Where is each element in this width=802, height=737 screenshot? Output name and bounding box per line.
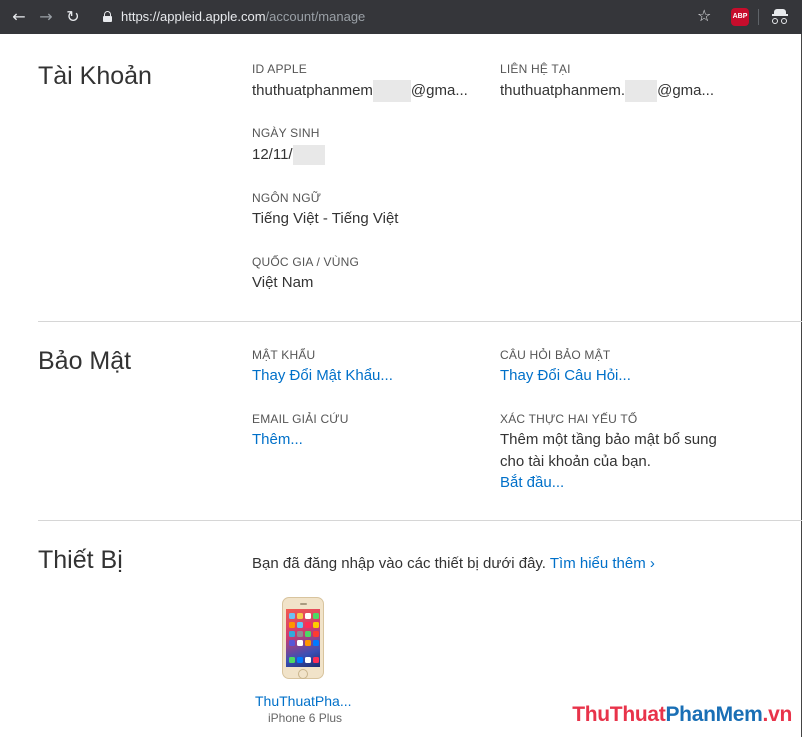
address-bar[interactable]: https://appleid.apple.com/account/manage [121,9,365,25]
change-password-link[interactable]: Thay Đổi Mật Khẩu... [252,367,393,384]
redacted-block [292,145,325,165]
device-model: iPhone 6 Plus [268,711,343,725]
security-questions-label: CÂU HỎI BẢO MẬT [500,348,611,362]
iphone-device-icon[interactable] [282,597,324,679]
devices-section-title: Thiết Bị [38,546,123,574]
language-value: Tiếng Việt - Tiếng Việt [252,210,399,227]
device-name-link[interactable]: ThuThuatPha... [255,693,352,709]
two-factor-label: XÁC THỰC HAI YẾU TỐ [500,412,638,426]
devices-intro: Bạn đã đăng nhập vào các thiết bị dưới đ… [252,555,655,572]
bookmark-star-icon[interactable]: ☆ [697,6,711,25]
redacted-block [372,80,411,102]
url-host: https://appleid.apple.com [121,9,266,24]
browser-toolbar: ← → ↻ https://appleid.apple.com/account/… [0,0,802,34]
two-factor-start-link[interactable]: Bắt đầu... [500,474,564,491]
language-label: NGÔN NGỮ [252,191,322,205]
security-section-title: Bảo Mật [38,347,132,375]
toolbar-separator [758,9,759,25]
incognito-icon[interactable] [772,9,788,25]
contact-value: thuthuatphanmem. @gma... [500,80,714,102]
account-section-title: Tài Khoản [38,62,152,90]
apple-id-label: ID APPLE [252,62,307,76]
two-factor-desc-line1: Thêm một tầng bảo mật bổ sung [500,431,717,448]
section-divider [38,520,802,521]
two-factor-desc-line2: cho tài khoản của bạn. [500,453,651,470]
contact-label: LIÊN HỆ TẠI [500,62,571,76]
birthday-value: 12/11/ [252,145,325,165]
rescue-email-label: EMAIL GIẢI CỨU [252,412,349,426]
country-value: Việt Nam [252,274,314,291]
forward-icon[interactable]: → [36,7,56,27]
watermark-logo: ThuThuatPhanMem.vn [572,703,792,726]
redacted-block [625,80,658,102]
apple-id-value: thuthuatphanmem @gma... [252,80,468,102]
back-icon[interactable]: ← [9,7,29,27]
change-questions-link[interactable]: Thay Đổi Câu Hỏi... [500,367,631,384]
birthday-label: NGÀY SINH [252,126,320,140]
country-label: QUỐC GIA / VÙNG [252,255,360,269]
add-rescue-email-link[interactable]: Thêm... [252,431,303,448]
adblock-extension-icon[interactable]: ABP [731,8,749,26]
learn-more-link[interactable]: Tìm hiểu thêm › [550,555,655,572]
url-path: /account/manage [265,9,366,24]
reload-icon[interactable]: ↻ [63,7,83,27]
lock-icon [103,11,112,22]
section-divider [38,321,802,322]
password-label: MẬT KHẨU [252,348,316,362]
